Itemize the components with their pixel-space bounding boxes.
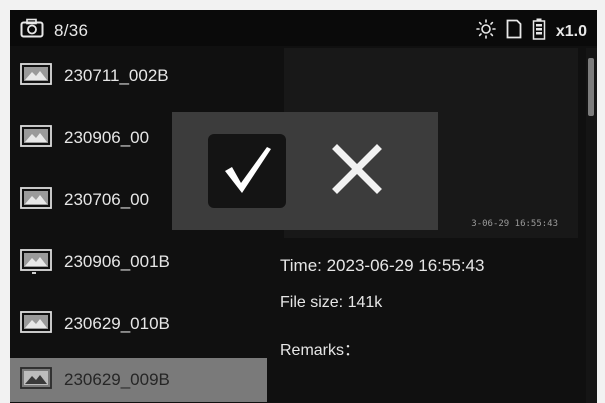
brightness-icon <box>476 19 496 44</box>
scrollbar[interactable] <box>586 48 597 403</box>
device-screen: 8/36 x1.0 230711_002B 230906_00 230706_0… <box>10 10 597 403</box>
close-icon <box>329 141 385 202</box>
camera-icon <box>20 18 44 43</box>
file-item-selected[interactable]: 230629_009B <box>10 358 267 402</box>
cancel-button[interactable] <box>318 134 396 208</box>
status-bar: 8/36 x1.0 <box>10 10 597 46</box>
file-name: 230906_00 <box>64 128 150 147</box>
image-file-icon <box>20 366 52 394</box>
image-file-icon <box>20 62 52 90</box>
file-remarks: Remarks： <box>280 342 361 359</box>
file-name: 230706_00 <box>64 190 150 209</box>
preview-timestamp: 3-06-29 16:55:43 <box>471 219 558 229</box>
file-item[interactable]: 230906_001B <box>10 240 267 284</box>
file-item[interactable]: 230711_002B <box>10 54 267 98</box>
file-name: 230629_009B <box>64 370 170 389</box>
image-file-icon <box>20 124 52 152</box>
file-name: 230629_010B <box>64 314 170 333</box>
sd-card-icon <box>506 19 522 44</box>
delete-confirm-dialog <box>172 112 438 230</box>
file-counter: 8/36 <box>54 20 89 40</box>
battery-icon <box>532 18 546 45</box>
file-name: 230711_002B <box>64 66 169 85</box>
check-icon <box>219 143 275 200</box>
zoom-level: x1.0 <box>555 22 587 40</box>
image-file-icon <box>20 186 52 214</box>
file-time: Time: 2023-06-29 16:55:43 <box>280 256 485 275</box>
status-left: 8/36 <box>20 18 88 43</box>
file-size: File size: 141k <box>280 294 383 311</box>
file-name: 230906_001B <box>64 252 170 271</box>
scrollbar-thumb[interactable] <box>588 58 594 116</box>
image-file-icon <box>20 248 52 276</box>
image-file-icon <box>20 310 52 338</box>
status-right: x1.0 <box>476 18 587 45</box>
confirm-button[interactable] <box>208 134 286 208</box>
file-item[interactable]: 230629_010B <box>10 302 267 346</box>
